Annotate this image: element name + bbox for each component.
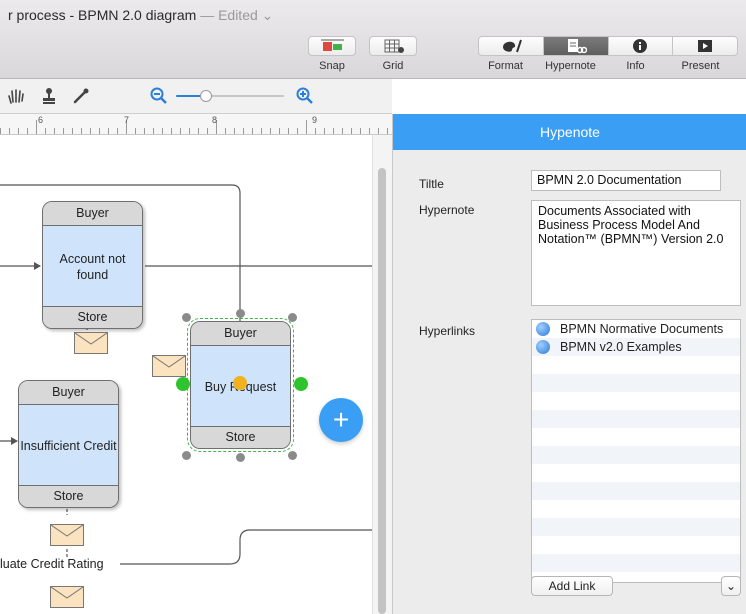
info-label: Info (626, 60, 645, 72)
inspector-header: Hypenote (393, 114, 746, 150)
task-name: Account not found (59, 252, 126, 282)
stamp-tool-icon[interactable] (40, 87, 58, 105)
empty-row (532, 356, 740, 374)
add-button[interactable]: + (319, 398, 363, 442)
hypernote-label: Hypernote (545, 60, 596, 72)
document-title: r process - BPMN 2.0 diagram (8, 7, 197, 23)
zoom-out-icon[interactable] (150, 87, 168, 105)
resize-handle[interactable] (288, 451, 297, 460)
window-toolbar: r process - BPMN 2.0 diagram — Edited ⌄ … (0, 0, 746, 79)
eyedropper-tool-icon[interactable] (72, 87, 90, 105)
format-label: Format (488, 60, 523, 72)
message-envelope-icon (50, 524, 84, 546)
sequence-flow-bottom (120, 529, 372, 565)
edited-status[interactable]: — Edited ⌄ (200, 7, 273, 23)
ruler-ticks (0, 120, 388, 134)
anchor-point-icon[interactable] (233, 376, 247, 390)
present-icon (698, 40, 713, 52)
hyperlink-item[interactable]: BPMN v2.0 Examples (532, 338, 740, 356)
hyperlink-label: BPMN v2.0 Examples (560, 340, 682, 354)
choreography-task-insufficient-credit[interactable]: Buyer Insufficient Credit Store (18, 380, 119, 508)
hyperlinks-list[interactable]: BPMN Normative Documents BPMN v2.0 Examp… (531, 319, 741, 583)
title-field[interactable]: BPMN 2.0 Documentation (531, 170, 721, 191)
ruler-mark-8: 8 (212, 115, 218, 125)
ruler-mark-6: 6 (38, 115, 44, 125)
empty-row (532, 464, 740, 482)
task-label-evaluate-credit-rating: luate Credit Rating (0, 557, 104, 571)
empty-row (532, 374, 740, 392)
empty-row (532, 554, 740, 572)
empty-row (532, 446, 740, 464)
grid-icon (384, 39, 404, 53)
resize-handle[interactable] (288, 313, 297, 322)
zoom-in-icon[interactable] (296, 87, 314, 105)
snap-icon (321, 39, 344, 51)
empty-row (532, 482, 740, 500)
segment-hypernote[interactable] (543, 37, 609, 55)
hyperlinks-label: Hyperlinks (419, 324, 476, 338)
choreography-task-account-not-found[interactable]: Buyer Account not found Store (42, 201, 143, 329)
message-envelope-icon (74, 332, 108, 354)
diagram-canvas[interactable]: Buyer Account not found Store Buyer Buy … (0, 135, 372, 614)
snap-label: Snap (319, 60, 345, 72)
resize-handle[interactable] (236, 309, 245, 318)
empty-row (532, 536, 740, 554)
canvas-toolbar (0, 79, 392, 114)
info-icon (633, 39, 648, 53)
segment-format[interactable] (479, 37, 544, 55)
task-name: Insufficient Credit (20, 439, 117, 453)
hypernote-icon (567, 39, 587, 54)
segment-info[interactable] (609, 37, 674, 55)
horizontal-ruler: 6 7 8 9 (0, 114, 392, 135)
arrowhead-1 (34, 262, 41, 270)
empty-row (532, 428, 740, 446)
empty-row (532, 500, 740, 518)
add-link-button[interactable]: Add Link (531, 576, 613, 596)
vertical-scroll-thumb[interactable] (378, 168, 386, 614)
task-participant-bottom: Store (43, 306, 142, 328)
task-participant-top: Buyer (191, 322, 290, 346)
title-label: Tiltle (419, 177, 444, 191)
inspector-segmented-control[interactable] (478, 36, 738, 56)
connection-point-left[interactable] (176, 377, 190, 391)
hand-tool-icon[interactable] (6, 87, 26, 105)
hypernote-inspector: Hypenote Tiltle BPMN 2.0 Documentation H… (392, 114, 746, 614)
empty-row (532, 410, 740, 428)
hypernote-textarea[interactable]: Documents Associated with Business Proce… (531, 200, 741, 306)
hyperlink-item[interactable]: BPMN Normative Documents (532, 320, 740, 338)
message-envelope-icon (152, 355, 186, 377)
empty-row (532, 518, 740, 536)
hypernote-label: Hypernote (419, 203, 475, 217)
ruler-mark-9: 9 (312, 115, 318, 125)
grid-label: Grid (382, 60, 404, 72)
chevron-down-icon[interactable]: ⌄ (721, 576, 741, 596)
globe-icon (536, 340, 550, 354)
resize-handle[interactable] (182, 313, 191, 322)
arrowhead-2 (11, 437, 18, 445)
zoom-slider[interactable] (176, 90, 284, 102)
grid-button[interactable] (369, 36, 417, 56)
task-participant-top: Buyer (43, 202, 142, 226)
resize-handle[interactable] (182, 451, 191, 460)
message-envelope-icon (50, 586, 84, 608)
resize-handle[interactable] (236, 453, 245, 462)
task-participant-bottom: Store (191, 426, 290, 448)
segment-present[interactable] (673, 37, 737, 55)
task-participant-top: Buyer (19, 381, 118, 405)
zoom-thumb[interactable] (200, 90, 212, 102)
ruler-mark-7: 7 (124, 115, 130, 125)
window-title: r process - BPMN 2.0 diagram — Edited ⌄ (8, 7, 273, 24)
hyperlink-label: BPMN Normative Documents (560, 322, 724, 336)
snap-button[interactable] (308, 36, 356, 56)
connection-point-right[interactable] (294, 377, 308, 391)
globe-icon (536, 322, 550, 336)
empty-row (532, 392, 740, 410)
palette-icon (502, 39, 522, 53)
task-participant-bottom: Store (19, 485, 118, 507)
present-label: Present (681, 60, 720, 72)
